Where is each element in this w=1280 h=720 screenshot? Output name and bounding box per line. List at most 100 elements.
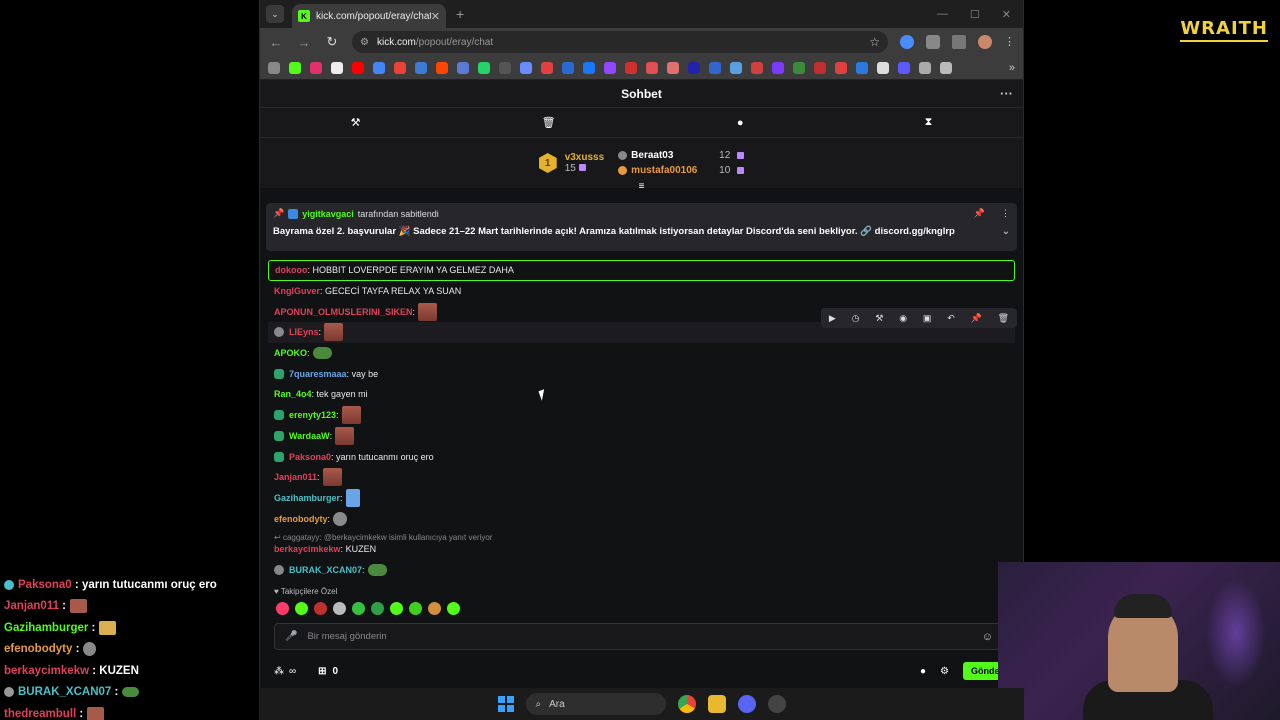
bookmark-icon[interactable] xyxy=(793,61,805,74)
puzzle-icon[interactable] xyxy=(926,35,940,49)
emote-face-icon[interactable] xyxy=(418,302,438,321)
bookmark-icon[interactable] xyxy=(814,61,826,74)
hammer-icon[interactable]: ⚒ xyxy=(351,116,361,129)
bookmark-gmail-icon[interactable] xyxy=(394,61,406,74)
chat-username[interactable]: 7quaresmaaa xyxy=(289,369,347,379)
settings-gear-icon[interactable]: ⚙ xyxy=(940,666,949,677)
leaderboard-row[interactable]: Beraat03 12 xyxy=(618,150,745,161)
bookmark-icon[interactable] xyxy=(730,61,742,74)
trash-icon[interactable]: 🗑 xyxy=(542,116,556,129)
chat-message[interactable]: efenobodyty: xyxy=(268,508,1015,529)
bookmark-icon[interactable] xyxy=(667,61,679,74)
bookmark-icon[interactable] xyxy=(709,61,721,74)
bookmark-icon[interactable] xyxy=(688,61,700,74)
reply-icon[interactable]: ↶ xyxy=(947,313,955,324)
url-input[interactable]: ⚙ kick.com/popout/eray/chat ☆ xyxy=(352,31,888,53)
minimize-icon[interactable]: — xyxy=(937,8,948,21)
tab-search-icon[interactable]: ⌄ xyxy=(266,5,284,23)
quick-emote-icon[interactable] xyxy=(295,602,308,615)
emote-face-icon[interactable] xyxy=(322,468,342,487)
timeout-icon[interactable]: ◷ xyxy=(852,313,860,324)
site-info-icon[interactable]: ⚙ xyxy=(360,37,369,48)
chat-message[interactable]: berkaycimkekw: KUZEN xyxy=(268,542,1015,556)
bookmark-icon[interactable] xyxy=(562,61,574,74)
microphone-icon[interactable]: 🎤 xyxy=(285,631,297,642)
bookmarks-more-icon[interactable]: » xyxy=(1009,62,1015,74)
bookmark-icon[interactable] xyxy=(898,61,910,74)
extension-icon[interactable] xyxy=(900,35,914,49)
user-info-icon[interactable]: ◉ xyxy=(899,313,907,324)
media-icon[interactable] xyxy=(952,35,966,49)
chat-message[interactable]: BURAK_XCAN07: xyxy=(268,560,1015,581)
copy-icon[interactable]: ▣ xyxy=(923,313,932,324)
bookmark-icon[interactable] xyxy=(751,61,763,74)
bookmark-icon[interactable] xyxy=(520,61,532,74)
profile-avatar[interactable] xyxy=(978,35,992,49)
windows-start-icon[interactable] xyxy=(497,696,514,712)
quick-emote-icon[interactable] xyxy=(371,602,384,615)
pinned-by-user[interactable]: yigitkavgaci xyxy=(302,209,354,219)
chat-message[interactable]: APOKO: xyxy=(268,343,1015,364)
emote-face-icon[interactable] xyxy=(324,323,344,342)
tab-close-icon[interactable]: ✕ xyxy=(431,10,440,23)
forward-icon[interactable]: → xyxy=(296,35,312,50)
mystery-boxes[interactable]: ⊞ 0 xyxy=(318,666,338,677)
chat-username[interactable]: Gazihamburger xyxy=(274,493,340,503)
bookmark-icon[interactable] xyxy=(625,61,637,74)
chat-username[interactable]: Ran_4o4 xyxy=(274,389,312,399)
quick-emote-icon[interactable] xyxy=(314,602,327,615)
emote-wing-icon[interactable] xyxy=(345,488,360,507)
quick-emote-icon[interactable] xyxy=(447,602,460,615)
chat-username[interactable]: dokooo xyxy=(275,265,308,275)
bookmark-kick-icon[interactable] xyxy=(289,61,301,74)
quick-emote-icon[interactable] xyxy=(428,602,441,615)
new-tab-icon[interactable]: + xyxy=(456,6,464,22)
pinned-options-icon[interactable]: ⋮ xyxy=(1001,208,1010,219)
emote-frog-icon[interactable] xyxy=(312,347,332,360)
emote-frog-icon[interactable] xyxy=(367,564,387,577)
bookmark-icon[interactable] xyxy=(415,61,427,74)
chat-username[interactable]: Janjan011 xyxy=(274,472,317,482)
delete-message-icon[interactable]: 🗑 xyxy=(998,313,1009,324)
reply-context[interactable]: ↩ caggatayy: @berkaycimkekw isimli kulla… xyxy=(268,533,1015,542)
menu-kebab-icon[interactable]: ⋮ xyxy=(1004,35,1015,49)
message-input[interactable]: 🎤 Bir mesaj gönderin ☺ xyxy=(274,623,1004,650)
file-explorer-icon[interactable] xyxy=(707,695,726,713)
bookmark-icon[interactable] xyxy=(856,61,868,74)
quick-emote-icon[interactable] xyxy=(333,602,346,615)
bookmark-whatsapp-icon[interactable] xyxy=(478,61,490,74)
hourglass-icon[interactable]: ⧗ xyxy=(925,116,933,129)
bookmark-google-icon[interactable] xyxy=(373,61,385,74)
bookmark-icon[interactable] xyxy=(835,61,847,74)
channel-points[interactable]: ⁂ ∞ xyxy=(274,666,296,677)
close-window-icon[interactable]: ✕ xyxy=(1002,8,1011,21)
chat-username[interactable]: Paksona0 xyxy=(289,452,331,462)
emote-face-icon[interactable] xyxy=(335,426,355,445)
chat-message[interactable]: KnglGuver: GECECİ TAYFA RELAX YA SUAN xyxy=(268,281,1015,302)
ban-icon[interactable]: ⚒ xyxy=(875,313,883,324)
chat-message[interactable]: WardaaW: xyxy=(268,426,1015,447)
chat-username[interactable]: erenyty123 xyxy=(289,410,336,420)
bookmark-icon[interactable] xyxy=(940,61,952,74)
pin-message-icon[interactable]: 📌 xyxy=(971,313,982,324)
chat-options-icon[interactable]: ··· xyxy=(1000,86,1013,101)
quick-emote-icon[interactable] xyxy=(352,602,365,615)
chat-message[interactable]: Ran_4o4: tek gayen mi xyxy=(268,384,1015,405)
discord-icon[interactable] xyxy=(737,695,756,713)
leaderboard-row[interactable]: mustafa00106 10 xyxy=(618,165,745,176)
play-icon[interactable]: ▶ xyxy=(829,313,836,324)
bookmark-twitch-icon[interactable] xyxy=(604,61,616,74)
bookmark-icon[interactable] xyxy=(646,61,658,74)
bookmark-star-icon[interactable]: ☆ xyxy=(869,35,880,49)
chat-username[interactable]: efenobodyty xyxy=(274,514,328,524)
chat-message[interactable]: dokooo: HOBBIT LOVERPDE ERAYIM YA GELMEZ… xyxy=(268,260,1015,281)
apps-grid-icon[interactable] xyxy=(268,61,280,74)
top-gifter[interactable]: v3xusss 15 xyxy=(565,152,604,174)
bookmark-icon[interactable] xyxy=(919,61,931,74)
chat-message[interactable]: erenyty123: xyxy=(268,405,1015,426)
chat-username[interactable]: APONUN_OLMUSLERINI_SIKEN xyxy=(274,307,413,317)
bookmark-instagram-icon[interactable] xyxy=(310,61,322,74)
bookmark-icon[interactable] xyxy=(541,61,553,74)
collapse-leaderboard-icon[interactable]: ≡ xyxy=(639,181,645,192)
bookmark-youtube-icon[interactable] xyxy=(352,61,364,74)
